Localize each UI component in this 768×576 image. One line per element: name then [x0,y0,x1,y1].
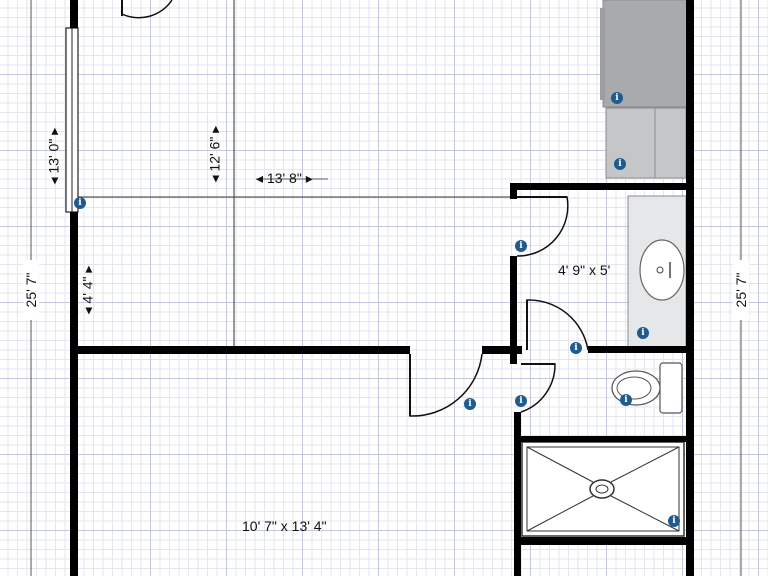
bathroom-size-label: 4' 9" x 5' [558,262,611,278]
info-icon[interactable]: i [637,327,649,339]
door-top-left[interactable] [121,0,173,19]
wall-mid-horizontal-left [70,346,410,354]
bedroom-size-label: 10' 7" x 13' 4" [242,518,327,534]
wall-bath-divider [588,346,686,353]
info-icon[interactable]: i [620,394,632,406]
wall-left [70,212,78,576]
kitchen-counter[interactable] [602,0,693,108]
info-icon[interactable]: i [668,515,680,527]
door-toilet[interactable] [520,363,556,413]
wall-left-upper [70,0,78,28]
toilet-tank [659,362,683,414]
wall-bath-top [510,183,694,190]
hall-height-label: ◂ 4' 4" ▸ [79,265,96,315]
info-icon[interactable]: i [570,342,582,354]
wall-right [686,0,694,576]
info-icon[interactable]: i [464,398,476,410]
kitchen-counter-edge [600,8,605,100]
info-icon[interactable]: i [614,158,626,170]
sink-basin[interactable] [639,239,685,301]
floor-plan [30,0,742,576]
info-icon[interactable]: i [611,92,623,104]
info-icon[interactable]: i [515,240,527,252]
overall-right-label: 25' 7" [733,260,749,320]
wall-shower-top [521,436,686,442]
top-room-left-height-label: ◂ 13' 0" ▸ [45,127,62,185]
shower-drain [589,479,615,499]
overall-left-label: 25' 7" [23,260,39,320]
wall-bath-left-lower [514,412,521,576]
wall-bath-left-upper [510,183,517,199]
wall-mid-horizontal-right [482,346,522,354]
top-room-width-label: ◂ 13' 8" ▸ [256,170,313,186]
top-room-mid-height-label: ◂ 12' 6" ▸ [206,125,223,183]
info-icon[interactable]: i [515,395,527,407]
info-icon[interactable]: i [74,197,86,209]
wall-bottom-right [517,537,693,545]
